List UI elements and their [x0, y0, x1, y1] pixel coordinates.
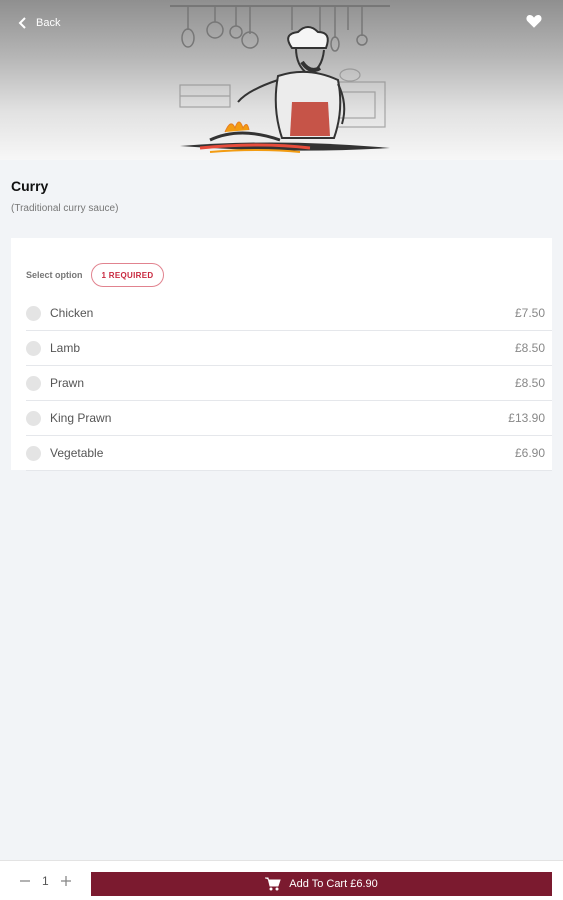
- option-name: Chicken: [50, 306, 94, 320]
- option-price: £7.50: [514, 306, 545, 320]
- radio-button[interactable]: [26, 375, 41, 391]
- option-name: Prawn: [50, 376, 85, 390]
- item-description: (Traditional curry sauce): [11, 203, 119, 214]
- option-list: Chicken £7.50 Lamb £8.50 Prawn £8.50 Kin…: [26, 296, 552, 471]
- add-to-cart-button[interactable]: Add To Cart £6.90: [91, 872, 552, 896]
- heart-icon[interactable]: [525, 12, 543, 30]
- option-price: £13.90: [508, 411, 545, 425]
- add-to-cart-label: Add To Cart £6.90: [289, 878, 378, 890]
- back-button[interactable]: Back: [18, 12, 60, 34]
- item-title: Curry: [11, 178, 49, 194]
- option-name: Vegetable: [50, 446, 104, 460]
- required-badge: 1 REQUIRED: [90, 263, 165, 287]
- options-card: Select option 1 REQUIRED Chicken £7.50 L…: [11, 238, 552, 471]
- radio-button[interactable]: [26, 340, 41, 356]
- option-row[interactable]: Vegetable £6.90: [26, 436, 552, 471]
- chef-illustration: [170, 5, 390, 153]
- option-price: £6.90: [514, 446, 545, 460]
- plus-icon[interactable]: [59, 874, 73, 888]
- chevron-left-icon: [18, 17, 26, 29]
- option-price: £8.50: [514, 376, 545, 390]
- bottom-bar: 1 Add To Cart £6.90: [0, 860, 563, 900]
- option-row[interactable]: Lamb £8.50: [26, 331, 552, 366]
- radio-button[interactable]: [26, 305, 41, 321]
- back-label: Back: [36, 17, 61, 29]
- option-row[interactable]: Chicken £7.50: [26, 296, 552, 331]
- minus-icon[interactable]: [18, 874, 32, 888]
- quantity-value: 1: [42, 874, 49, 888]
- radio-button[interactable]: [26, 445, 41, 461]
- option-row[interactable]: King Prawn £13.90: [26, 401, 552, 436]
- option-row[interactable]: Prawn £8.50: [26, 366, 552, 401]
- hero-banner: Back: [0, 0, 563, 160]
- option-price: £8.50: [514, 341, 545, 355]
- quantity-stepper: 1: [18, 874, 73, 888]
- options-header: Select option 1 REQUIRED: [26, 263, 165, 287]
- option-name: King Prawn: [50, 411, 112, 425]
- select-option-label: Select option: [26, 270, 83, 280]
- cart-icon: [265, 877, 281, 891]
- radio-button[interactable]: [26, 410, 41, 426]
- option-name: Lamb: [50, 341, 81, 355]
